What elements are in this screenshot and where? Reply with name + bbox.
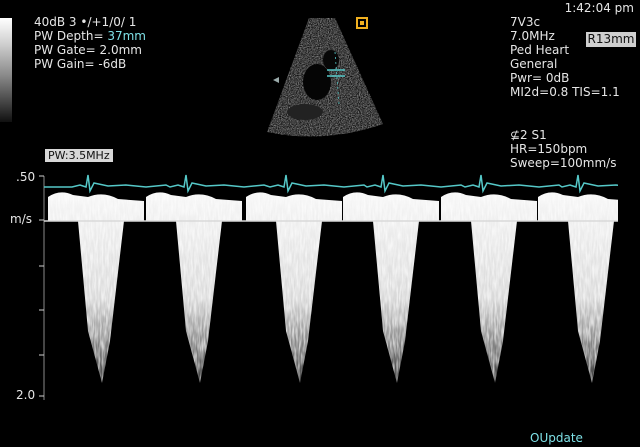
power-level: Pwr= 0dB: [510, 71, 570, 85]
axis-label-bottom: 2.0: [16, 388, 36, 402]
clock: 1:42:04 pm: [564, 1, 634, 15]
preset-category: General: [510, 57, 558, 71]
orientation-marker-center: [360, 21, 364, 25]
doppler-mode-label: PW:3.5MHz: [45, 149, 113, 162]
axis-unit-label: m/s: [10, 212, 32, 226]
gain-settings: 40dB 3 •/+1/0/ 1: [34, 15, 137, 29]
pw-gain: PW Gain= -6dB: [34, 57, 127, 71]
grayscale-bar: [0, 18, 12, 122]
pw-gate: PW Gate= 2.0mm: [34, 43, 142, 57]
ecg-lead: ⊈2 S1: [510, 128, 547, 142]
sweep-info: ⊈2 S1 HR=150bpm Sweep=100mm/s: [510, 128, 616, 170]
probe-info: 7V3c 7.0MHz Ped Heart General Pwr= 0dB M…: [510, 15, 620, 99]
zoom-depth-box[interactable]: R13mm: [586, 32, 636, 47]
update-label: Update: [539, 431, 583, 445]
axis-label-top: .50: [16, 170, 36, 184]
acquisition-info: 40dB 3 •/+1/0/ 1 PW Depth= 37mm PW Gate=…: [34, 15, 146, 71]
orientation-arrow-icon: [273, 77, 279, 83]
sector-image: [267, 18, 383, 137]
probe-name: 7V3c: [510, 15, 541, 29]
heart-rate: HR=150bpm: [510, 142, 588, 156]
pw-depth-value: 37mm: [107, 29, 146, 43]
update-button[interactable]: OUpdate: [530, 431, 583, 445]
2d-image-thumbnail[interactable]: [265, 12, 385, 144]
pw-depth: PW Depth= 37mm: [34, 29, 146, 43]
spectral-doppler-trace[interactable]: [44, 165, 618, 387]
mechanical-thermal-index: MI2d=0.8 TIS=1.1: [510, 85, 620, 99]
